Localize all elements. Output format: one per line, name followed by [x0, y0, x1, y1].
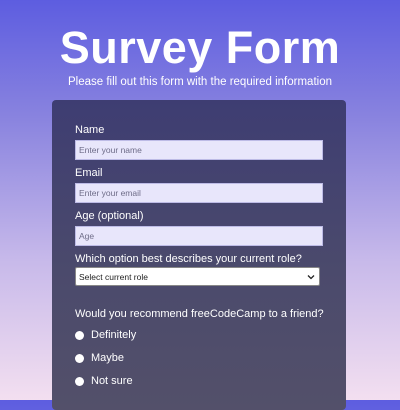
age-label: Age (optional): [75, 210, 144, 222]
radio-label: Maybe: [91, 352, 125, 364]
name-field[interactable]: [75, 140, 323, 160]
radio-button[interactable]: [75, 331, 84, 340]
age-field[interactable]: [75, 226, 323, 246]
email-field[interactable]: [75, 183, 323, 203]
survey-card: Name Email Age (optional) Which option b…: [52, 100, 346, 410]
radio-button[interactable]: [75, 354, 84, 363]
role-label: Which option best describes your current…: [75, 253, 302, 265]
chevron-down-icon: [307, 275, 315, 280]
page-subtitle: Please fill out this form with the requi…: [68, 76, 332, 88]
radio-label: Not sure: [91, 375, 133, 387]
email-label: Email: [75, 167, 103, 179]
radio-button[interactable]: [75, 377, 84, 386]
name-label: Name: [75, 124, 105, 136]
radio-label: Definitely: [91, 329, 137, 341]
page-title: Survey Form: [59, 22, 341, 73]
role-dropdown[interactable]: Select current role: [75, 267, 320, 286]
role-dropdown-value: Select current role: [79, 272, 148, 282]
recommend-question: Would you recommend freeCodeCamp to a fr…: [75, 308, 324, 320]
